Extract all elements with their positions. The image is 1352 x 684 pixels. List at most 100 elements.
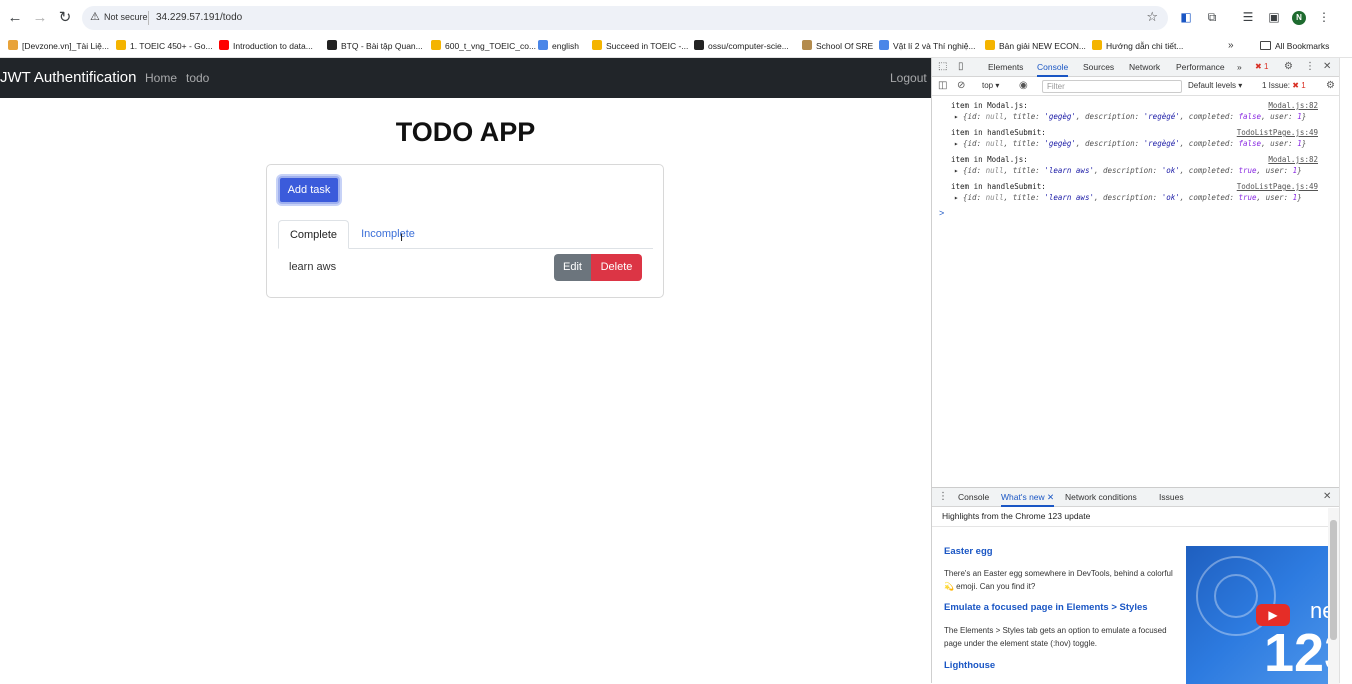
bookmark-label: Bản giải NEW ECON... (999, 41, 1086, 51)
drawer-tabs: ⋮ Console What's new ✕ Network condition… (932, 488, 1340, 507)
bookmark-favicon-icon (879, 40, 889, 50)
tab-console[interactable]: Console (1037, 58, 1069, 77)
devtools-tabs: ⬚ ▯ Elements Console Sources Network Per… (932, 58, 1340, 77)
drawer-tab-issues[interactable]: Issues (1159, 488, 1184, 507)
expand-triangle-icon[interactable]: ▸ (954, 112, 959, 121)
url-text[interactable]: 34.229.57.191/todo (156, 12, 242, 23)
side-panel-icon[interactable]: ▣ (1266, 9, 1282, 25)
tab-network[interactable]: Network (1129, 58, 1160, 77)
nav-todo-link[interactable]: todo (186, 71, 209, 85)
all-bookmarks-button[interactable]: All Bookmarks (1260, 38, 1329, 54)
whats-new-video-thumbnail[interactable]: 123 ne ▶ (1186, 546, 1330, 684)
bookmark-item[interactable]: Succeed in TOEIC -... (592, 38, 688, 54)
drawer-tab-whats-new[interactable]: What's new ✕ (1001, 488, 1055, 507)
logout-link[interactable]: Logout (890, 71, 927, 85)
page-title: TODO APP (395, 117, 536, 147)
drawer-tab-network-conditions[interactable]: Network conditions (1065, 488, 1137, 507)
bookmark-item[interactable]: Hướng dẫn chi tiết... (1092, 38, 1183, 54)
bookmark-item[interactable]: School Of SRE (802, 38, 873, 54)
log-message: item in Modal.js: (951, 101, 1028, 110)
close-tab-icon[interactable]: ✕ (1047, 492, 1054, 502)
clear-console-icon[interactable]: ⊘ (957, 80, 965, 92)
add-task-button[interactable]: Add task (278, 176, 340, 204)
settings-icon[interactable]: ⚙ (1284, 61, 1293, 73)
bookmark-item[interactable]: Bản giải NEW ECON... (985, 38, 1086, 54)
devtools-drawer: ⋮ Console What's new ✕ Network condition… (932, 487, 1340, 684)
log-source-link[interactable]: TodoListPage.js:49 (1237, 128, 1318, 137)
browser-toolbar: ← → ↻ ⚠ Not secure 34.229.57.191/todo ☆ … (0, 0, 1352, 35)
context-select[interactable]: top ▾ (982, 81, 999, 90)
device-toggle-icon[interactable]: ▯ (958, 61, 964, 73)
console-prompt[interactable]: > (939, 208, 944, 218)
log-levels-select[interactable]: Default levels ▾ (1188, 81, 1242, 90)
tab-sources[interactable]: Sources (1083, 58, 1114, 77)
whats-new-item-title[interactable]: Emulate a focused page in Elements > Sty… (944, 602, 1148, 613)
log-source-link[interactable]: Modal.js:82 (1268, 101, 1318, 110)
whats-new-item-title[interactable]: Lighthouse (944, 660, 995, 671)
log-object-preview[interactable]: ▸ {id: null, title: 'gegèg', description… (932, 112, 1340, 121)
log-object-preview[interactable]: ▸ {id: null, title: 'gegèg', description… (932, 139, 1340, 148)
inspect-icon[interactable]: ⬚ (938, 61, 947, 73)
drawer-menu-icon[interactable]: ⋮ (938, 491, 948, 503)
eye-icon[interactable]: ◉ (1019, 80, 1028, 92)
log-source-link[interactable]: TodoListPage.js:49 (1237, 182, 1318, 191)
bookmark-item[interactable]: [Devzone.vn]_Tài Liệ... (8, 38, 109, 54)
bookmark-label: ossu/computer-scie... (708, 41, 789, 51)
avatar[interactable]: N (1292, 11, 1306, 25)
bookmark-favicon-icon (694, 40, 704, 50)
menu-icon[interactable]: ⋮ (1316, 9, 1332, 25)
media-control-icon[interactable]: ☰ (1240, 9, 1256, 25)
whats-new-item-title[interactable]: Easter egg (944, 546, 993, 557)
expand-triangle-icon[interactable]: ▸ (954, 139, 959, 148)
nav-home-link[interactable]: Home (145, 71, 177, 85)
sidebar-toggle-icon[interactable]: ◫ (938, 80, 947, 92)
bookmark-item[interactable]: ossu/computer-scie... (694, 38, 789, 54)
back-icon[interactable]: ← (6, 9, 24, 27)
bookmark-item[interactable]: 600_t_vng_TOEIC_co... (431, 38, 536, 54)
close-drawer-icon[interactable]: ✕ (1323, 491, 1331, 503)
drawer-tab-console[interactable]: Console (958, 488, 989, 507)
bookmark-item[interactable]: 1. TOEIC 450+ - Go... (116, 38, 213, 54)
log-source-link[interactable]: Modal.js:82 (1268, 155, 1318, 164)
tab-performance[interactable]: Performance (1176, 58, 1225, 77)
play-icon[interactable]: ▶ (1256, 604, 1290, 626)
tab-elements[interactable]: Elements (988, 58, 1023, 77)
thumbnail-text: ne (1310, 598, 1330, 623)
console-log-line: item in handleSubmit: TodoListPage.js:49 (932, 128, 1340, 137)
bookmark-label: Introduction to data... (233, 41, 313, 51)
more-tabs-icon[interactable]: » (1237, 58, 1242, 77)
log-object-preview[interactable]: ▸ {id: null, title: 'learn aws', descrip… (932, 166, 1340, 175)
reload-icon[interactable]: ↻ (56, 9, 74, 27)
bookmark-star-icon[interactable]: ☆ (1146, 9, 1158, 25)
bookmark-item[interactable]: BTQ - Bài tập Quan... (327, 38, 423, 54)
whats-new-item-desc: There's an Easter egg somewhere in DevTo… (944, 569, 1173, 591)
tab-incomplete[interactable]: Incomplete (349, 220, 427, 249)
brand-link[interactable]: JWT Authentification (0, 69, 136, 86)
error-badge[interactable]: ✖ 1 (1255, 61, 1268, 73)
address-bar[interactable]: ⚠ Not secure 34.229.57.191/todo ☆ (82, 6, 1168, 30)
not-secure-label[interactable]: Not secure (104, 12, 148, 22)
kebab-menu-icon[interactable]: ⋮ (1305, 61, 1315, 73)
expand-triangle-icon[interactable]: ▸ (954, 193, 959, 202)
bookmark-label: Succeed in TOEIC -... (606, 41, 689, 51)
forward-icon[interactable]: → (31, 9, 49, 27)
tab-complete[interactable]: Complete (278, 220, 349, 249)
devtools-panel: ⬚ ▯ Elements Console Sources Network Per… (931, 58, 1340, 684)
bookmark-item[interactable]: english (538, 38, 579, 54)
whats-new-header: Highlights from the Chrome 123 update (942, 511, 1091, 521)
issues-counter[interactable]: 1 Issue: ✖ 1 (1262, 81, 1306, 90)
console-settings-icon[interactable]: ⚙ (1326, 80, 1335, 92)
expand-triangle-icon[interactable]: ▸ (954, 166, 959, 175)
edit-button[interactable]: Edit (554, 254, 591, 281)
text-cursor-icon: I (400, 232, 404, 244)
bookmark-item[interactable]: Introduction to data... (219, 38, 313, 54)
bookmark-label: School Of SRE (816, 41, 874, 51)
extension-icon[interactable]: ◧ (1178, 9, 1194, 25)
close-icon[interactable]: ✕ (1323, 61, 1331, 73)
bookmark-item[interactable]: Vật lí 2 và Thí nghiệ... (879, 38, 976, 54)
delete-button[interactable]: Delete (591, 254, 642, 281)
puzzle-icon[interactable]: ⧉ (1204, 9, 1220, 25)
more-bookmarks-icon[interactable]: » (1228, 38, 1234, 54)
log-object-preview[interactable]: ▸ {id: null, title: 'learn aws', descrip… (932, 193, 1340, 202)
filter-input[interactable]: Filter (1042, 80, 1182, 93)
